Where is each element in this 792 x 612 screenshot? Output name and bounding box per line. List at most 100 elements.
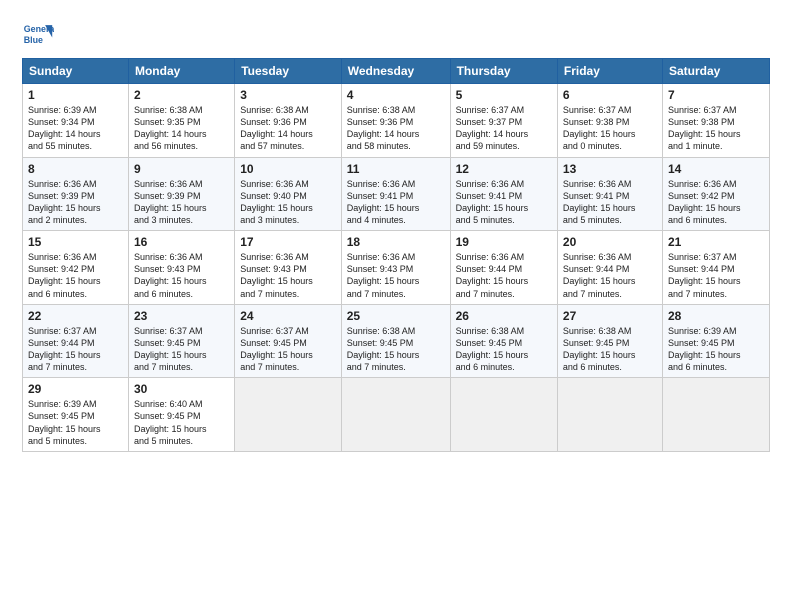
- day-info: Sunrise: 6:37 AM Sunset: 9:45 PM Dayligh…: [134, 325, 229, 374]
- calendar-cell: 7 Sunrise: 6:37 AM Sunset: 9:38 PM Daylig…: [662, 84, 769, 158]
- day-info: Sunrise: 6:37 AM Sunset: 9:38 PM Dayligh…: [668, 104, 764, 153]
- calendar-cell: 26 Sunrise: 6:38 AM Sunset: 9:45 PM Dayli…: [450, 304, 557, 378]
- day-number: 4: [347, 88, 445, 102]
- calendar-cell: 22 Sunrise: 6:37 AM Sunset: 9:44 PM Dayli…: [23, 304, 129, 378]
- calendar-cell: 21 Sunrise: 6:37 AM Sunset: 9:44 PM Dayli…: [662, 231, 769, 305]
- day-number: 24: [240, 309, 336, 323]
- calendar-cell: 9 Sunrise: 6:36 AM Sunset: 9:39 PM Daylig…: [128, 157, 234, 231]
- day-info: Sunrise: 6:37 AM Sunset: 9:38 PM Dayligh…: [563, 104, 657, 153]
- calendar-cell: 11 Sunrise: 6:36 AM Sunset: 9:41 PM Dayli…: [341, 157, 450, 231]
- calendar-cell: 12 Sunrise: 6:36 AM Sunset: 9:41 PM Dayli…: [450, 157, 557, 231]
- day-info: Sunrise: 6:36 AM Sunset: 9:43 PM Dayligh…: [240, 251, 336, 300]
- day-number: 13: [563, 162, 657, 176]
- day-info: Sunrise: 6:36 AM Sunset: 9:43 PM Dayligh…: [347, 251, 445, 300]
- day-number: 5: [456, 88, 552, 102]
- day-info: Sunrise: 6:39 AM Sunset: 9:34 PM Dayligh…: [28, 104, 123, 153]
- day-number: 17: [240, 235, 336, 249]
- calendar-cell: 20Sunrise: 6:36 AM Sunset: 9:44 PM Dayli…: [557, 231, 662, 305]
- day-number: 14: [668, 162, 764, 176]
- day-number: 1: [28, 88, 123, 102]
- day-info: Sunrise: 6:38 AM Sunset: 9:45 PM Dayligh…: [456, 325, 552, 374]
- day-number: 19: [456, 235, 552, 249]
- calendar-cell: 4 Sunrise: 6:38 AM Sunset: 9:36 PM Daylig…: [341, 84, 450, 158]
- calendar-cell: 30 Sunrise: 6:40 AM Sunset: 9:45 PM Dayli…: [128, 378, 234, 452]
- day-number: 27: [563, 309, 657, 323]
- day-number: 20: [563, 235, 657, 249]
- day-info: Sunrise: 6:36 AM Sunset: 9:43 PM Dayligh…: [134, 251, 229, 300]
- day-info: Sunrise: 6:37 AM Sunset: 9:44 PM Dayligh…: [668, 251, 764, 300]
- day-number: 23: [134, 309, 229, 323]
- day-info: Sunrise: 6:37 AM Sunset: 9:45 PM Dayligh…: [240, 325, 336, 374]
- day-info: Sunrise: 6:37 AM Sunset: 9:44 PM Dayligh…: [28, 325, 123, 374]
- day-info: Sunrise: 6:36 AM Sunset: 9:42 PM Dayligh…: [28, 251, 123, 300]
- calendar-cell: [341, 378, 450, 452]
- day-number: 22: [28, 309, 123, 323]
- day-info: Sunrise: 6:36 AM Sunset: 9:42 PM Dayligh…: [668, 178, 764, 227]
- day-number: 29: [28, 382, 123, 396]
- calendar-cell: 5Sunrise: 6:37 AM Sunset: 9:37 PM Daylig…: [450, 84, 557, 158]
- day-number: 2: [134, 88, 229, 102]
- col-header-saturday: Saturday: [662, 59, 769, 84]
- calendar-cell: 16Sunrise: 6:36 AM Sunset: 9:43 PM Dayli…: [128, 231, 234, 305]
- calendar-cell: 8 Sunrise: 6:36 AM Sunset: 9:39 PM Daylig…: [23, 157, 129, 231]
- calendar-week-row: 29 Sunrise: 6:39 AM Sunset: 9:45 PM Dayli…: [23, 378, 770, 452]
- day-info: Sunrise: 6:38 AM Sunset: 9:35 PM Dayligh…: [134, 104, 229, 153]
- calendar-cell: 27 Sunrise: 6:38 AM Sunset: 9:45 PM Dayli…: [557, 304, 662, 378]
- day-info: Sunrise: 6:38 AM Sunset: 9:45 PM Dayligh…: [563, 325, 657, 374]
- day-info: Sunrise: 6:39 AM Sunset: 9:45 PM Dayligh…: [668, 325, 764, 374]
- col-header-wednesday: Wednesday: [341, 59, 450, 84]
- day-number: 3: [240, 88, 336, 102]
- calendar-week-row: 22 Sunrise: 6:37 AM Sunset: 9:44 PM Dayli…: [23, 304, 770, 378]
- day-info: Sunrise: 6:39 AM Sunset: 9:45 PM Dayligh…: [28, 398, 123, 447]
- day-info: Sunrise: 6:36 AM Sunset: 9:39 PM Dayligh…: [134, 178, 229, 227]
- day-number: 26: [456, 309, 552, 323]
- logo: General Blue: [22, 18, 58, 50]
- day-number: 9: [134, 162, 229, 176]
- header: General Blue: [22, 18, 770, 50]
- calendar-week-row: 15 Sunrise: 6:36 AM Sunset: 9:42 PM Dayli…: [23, 231, 770, 305]
- logo-icon: General Blue: [22, 18, 54, 50]
- day-info: Sunrise: 6:36 AM Sunset: 9:41 PM Dayligh…: [347, 178, 445, 227]
- day-number: 12: [456, 162, 552, 176]
- calendar-cell: [662, 378, 769, 452]
- day-number: 30: [134, 382, 229, 396]
- day-info: Sunrise: 6:36 AM Sunset: 9:40 PM Dayligh…: [240, 178, 336, 227]
- calendar-header-row: SundayMondayTuesdayWednesdayThursdayFrid…: [23, 59, 770, 84]
- calendar-cell: 3 Sunrise: 6:38 AM Sunset: 9:36 PM Daylig…: [235, 84, 342, 158]
- col-header-tuesday: Tuesday: [235, 59, 342, 84]
- col-header-friday: Friday: [557, 59, 662, 84]
- col-header-thursday: Thursday: [450, 59, 557, 84]
- calendar-cell: 17 Sunrise: 6:36 AM Sunset: 9:43 PM Dayli…: [235, 231, 342, 305]
- calendar-cell: 18 Sunrise: 6:36 AM Sunset: 9:43 PM Dayli…: [341, 231, 450, 305]
- day-number: 15: [28, 235, 123, 249]
- day-info: Sunrise: 6:36 AM Sunset: 9:41 PM Dayligh…: [456, 178, 552, 227]
- calendar-cell: 14 Sunrise: 6:36 AM Sunset: 9:42 PM Dayli…: [662, 157, 769, 231]
- day-number: 7: [668, 88, 764, 102]
- day-number: 6: [563, 88, 657, 102]
- day-number: 8: [28, 162, 123, 176]
- day-number: 11: [347, 162, 445, 176]
- calendar-cell: 28 Sunrise: 6:39 AM Sunset: 9:45 PM Dayli…: [662, 304, 769, 378]
- day-info: Sunrise: 6:38 AM Sunset: 9:36 PM Dayligh…: [347, 104, 445, 153]
- day-info: Sunrise: 6:36 AM Sunset: 9:41 PM Dayligh…: [563, 178, 657, 227]
- day-number: 25: [347, 309, 445, 323]
- calendar-cell: 29 Sunrise: 6:39 AM Sunset: 9:45 PM Dayli…: [23, 378, 129, 452]
- calendar-cell: 25Sunrise: 6:38 AM Sunset: 9:45 PM Dayli…: [341, 304, 450, 378]
- calendar-cell: 24 Sunrise: 6:37 AM Sunset: 9:45 PM Dayli…: [235, 304, 342, 378]
- calendar-cell: 10 Sunrise: 6:36 AM Sunset: 9:40 PM Dayli…: [235, 157, 342, 231]
- day-number: 28: [668, 309, 764, 323]
- calendar-cell: 13 Sunrise: 6:36 AM Sunset: 9:41 PM Dayli…: [557, 157, 662, 231]
- col-header-monday: Monday: [128, 59, 234, 84]
- calendar-cell: [450, 378, 557, 452]
- day-number: 18: [347, 235, 445, 249]
- day-info: Sunrise: 6:40 AM Sunset: 9:45 PM Dayligh…: [134, 398, 229, 447]
- day-number: 10: [240, 162, 336, 176]
- calendar-cell: [557, 378, 662, 452]
- page: General Blue SundayMondayTuesdayWednesda…: [0, 0, 792, 612]
- day-number: 21: [668, 235, 764, 249]
- day-info: Sunrise: 6:38 AM Sunset: 9:36 PM Dayligh…: [240, 104, 336, 153]
- calendar-cell: 1 Sunrise: 6:39 AM Sunset: 9:34 PM Daylig…: [23, 84, 129, 158]
- calendar-week-row: 1 Sunrise: 6:39 AM Sunset: 9:34 PM Daylig…: [23, 84, 770, 158]
- day-info: Sunrise: 6:36 AM Sunset: 9:39 PM Dayligh…: [28, 178, 123, 227]
- calendar-cell: 23 Sunrise: 6:37 AM Sunset: 9:45 PM Dayli…: [128, 304, 234, 378]
